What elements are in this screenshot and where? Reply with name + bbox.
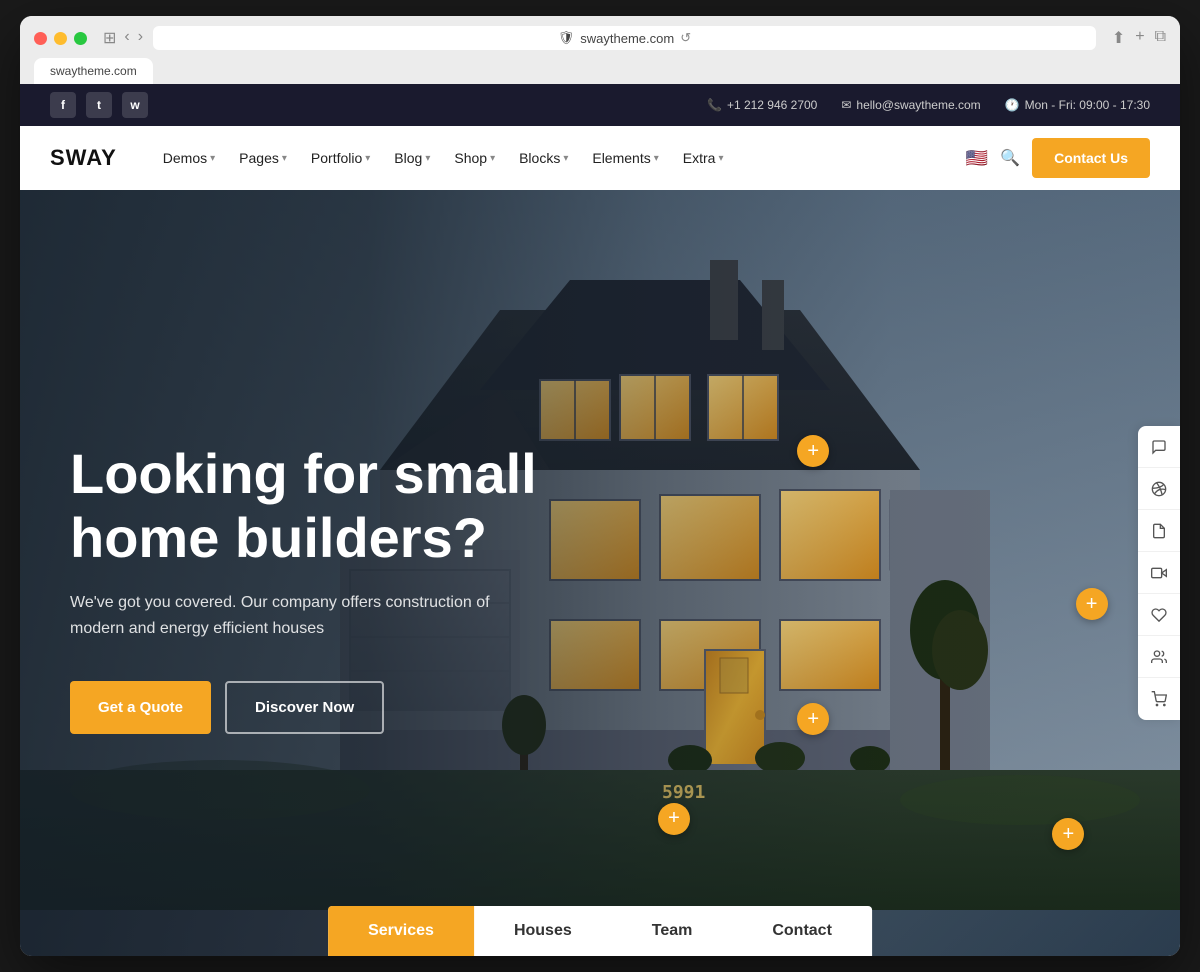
hero-section: 5991 Looking for small home builders? We… — [20, 190, 1180, 956]
shield-icon: 🛡 — [558, 30, 575, 46]
chevron-down-icon: ▾ — [490, 153, 495, 164]
hero-title: Looking for small home builders? — [70, 442, 610, 571]
dribbble-icon-btn[interactable] — [1138, 468, 1180, 510]
email-icon: ✉ — [841, 98, 851, 112]
phone-info: 📞 +1 212 946 2700 — [707, 98, 817, 112]
browser-tabs: swaytheme.com — [34, 58, 1166, 84]
chevron-down-icon: ▾ — [210, 153, 215, 164]
chevron-down-icon: ▾ — [425, 153, 430, 164]
hours-info: 🕐 Mon - Fri: 09:00 - 17:30 — [1005, 98, 1150, 112]
get-quote-button[interactable]: Get a Quote — [70, 681, 211, 734]
nav-blog[interactable]: Blog ▾ — [384, 142, 440, 174]
email-address: hello@swaytheme.com — [856, 98, 980, 112]
nav-pages[interactable]: Pages ▾ — [229, 142, 297, 174]
maximize-button[interactable] — [74, 32, 87, 45]
hotspot-marker-2[interactable]: + — [1076, 588, 1108, 620]
contact-button[interactable]: Contact Us — [1032, 138, 1150, 178]
reload-icon[interactable]: ↺ — [680, 30, 691, 46]
site-logo[interactable]: SWAY — [50, 145, 117, 171]
section-tabs: Services Houses Team Contact — [328, 906, 872, 956]
video-icon-btn[interactable] — [1138, 552, 1180, 594]
browser-window: ⊞ ‹ › 🛡 swaytheme.com ↺ ⬆ + ⧉ swaytheme.… — [20, 16, 1180, 956]
address-bar[interactable]: 🛡 swaytheme.com ↺ — [153, 26, 1096, 50]
chat-icon-btn[interactable] — [1138, 426, 1180, 468]
chevron-down-icon: ▾ — [563, 153, 568, 164]
minimize-button[interactable] — [54, 32, 67, 45]
chevron-down-icon: ▾ — [365, 153, 370, 164]
tabs-icon[interactable]: ⧉ — [1155, 28, 1166, 48]
traffic-lights — [34, 32, 87, 45]
new-tab-icon[interactable]: + — [1135, 28, 1144, 48]
hero-buttons: Get a Quote Discover Now — [70, 681, 1130, 734]
browser-toolbar-icons: ⬆ + ⧉ — [1112, 28, 1166, 48]
users-icon-btn[interactable] — [1138, 636, 1180, 678]
clock-icon: 🕐 — [1005, 98, 1020, 112]
heart-icon-btn[interactable] — [1138, 594, 1180, 636]
nav-right: 🇺🇸 🔍 Contact Us — [966, 138, 1150, 178]
twitter-icon[interactable]: t — [86, 92, 112, 118]
active-tab[interactable]: swaytheme.com — [34, 58, 153, 84]
nav-shop[interactable]: Shop ▾ — [444, 142, 505, 174]
navbar: SWAY Demos ▾ Pages ▾ Portfolio ▾ Blog ▾ — [20, 126, 1180, 190]
browser-nav-icons: ⊞ ‹ › — [103, 28, 143, 48]
forward-icon[interactable]: › — [138, 28, 143, 48]
hero-content: Looking for small home builders? We've g… — [20, 190, 1180, 956]
close-button[interactable] — [34, 32, 47, 45]
cart-icon-btn[interactable] — [1138, 678, 1180, 720]
chevron-down-icon: ▾ — [282, 153, 287, 164]
chevron-down-icon: ▾ — [654, 153, 659, 164]
phone-icon: 📞 — [707, 98, 722, 112]
social-links: f t w — [50, 92, 148, 118]
back-icon[interactable]: ‹ — [124, 28, 129, 48]
top-bar: f t w 📞 +1 212 946 2700 ✉ hello@swaythem… — [20, 84, 1180, 126]
discover-now-button[interactable]: Discover Now — [225, 681, 384, 734]
url-text: swaytheme.com — [580, 31, 674, 46]
search-icon[interactable]: 🔍 — [1000, 148, 1020, 168]
browser-titlebar: ⊞ ‹ › 🛡 swaytheme.com ↺ ⬆ + ⧉ — [34, 26, 1166, 50]
sidebar-toggle-icon[interactable]: ⊞ — [103, 28, 116, 48]
share-icon[interactable]: ⬆ — [1112, 28, 1125, 48]
tab-houses[interactable]: Houses — [474, 906, 612, 956]
nav-elements[interactable]: Elements ▾ — [582, 142, 668, 174]
hero-subtitle: We've got you covered. Our company offer… — [70, 590, 510, 641]
facebook-icon[interactable]: f — [50, 92, 76, 118]
language-flag[interactable]: 🇺🇸 — [966, 148, 988, 169]
tab-contact[interactable]: Contact — [732, 906, 872, 956]
email-info: ✉ hello@swaytheme.com — [841, 98, 980, 112]
sidebar-tools — [1138, 426, 1180, 720]
hours-text: Mon - Fri: 09:00 - 17:30 — [1025, 98, 1150, 112]
chevron-down-icon: ▾ — [718, 153, 723, 164]
nav-portfolio[interactable]: Portfolio ▾ — [301, 142, 380, 174]
nav-blocks[interactable]: Blocks ▾ — [509, 142, 578, 174]
document-icon-btn[interactable] — [1138, 510, 1180, 552]
nav-links: Demos ▾ Pages ▾ Portfolio ▾ Blog ▾ Shop — [153, 142, 966, 174]
whatsapp-icon[interactable]: w — [122, 92, 148, 118]
tab-services[interactable]: Services — [328, 906, 474, 956]
nav-demos[interactable]: Demos ▾ — [153, 142, 225, 174]
tab-team[interactable]: Team — [612, 906, 733, 956]
hotspot-marker-4[interactable]: + — [658, 803, 690, 835]
browser-chrome: ⊞ ‹ › 🛡 swaytheme.com ↺ ⬆ + ⧉ swaytheme.… — [20, 16, 1180, 84]
nav-extra[interactable]: Extra ▾ — [673, 142, 734, 174]
phone-number: +1 212 946 2700 — [727, 98, 817, 112]
site-content: f t w 📞 +1 212 946 2700 ✉ hello@swaythem… — [20, 84, 1180, 956]
